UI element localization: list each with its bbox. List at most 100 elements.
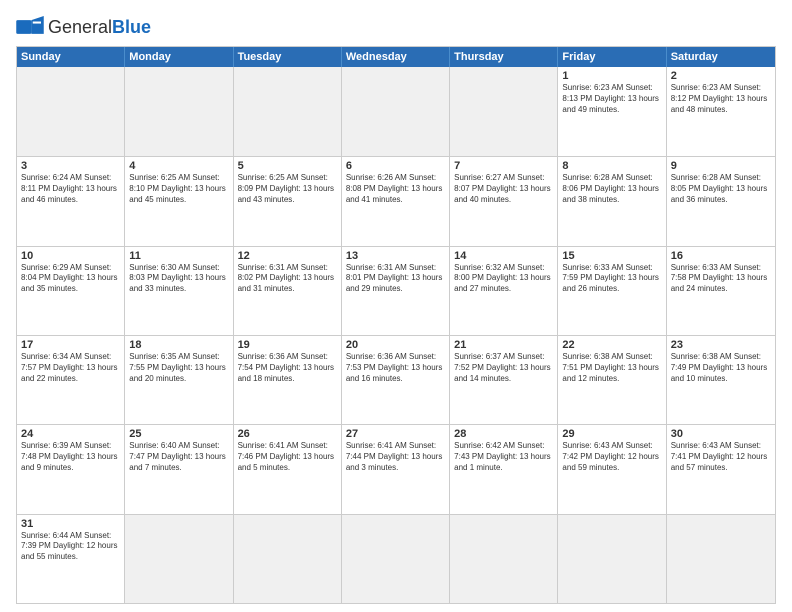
day-info: Sunrise: 6:26 AM Sunset: 8:08 PM Dayligh…	[346, 173, 445, 205]
day-number: 29	[562, 428, 661, 440]
day-info: Sunrise: 6:40 AM Sunset: 7:47 PM Dayligh…	[129, 441, 228, 473]
day-info: Sunrise: 6:25 AM Sunset: 8:10 PM Dayligh…	[129, 173, 228, 205]
day-header-saturday: Saturday	[667, 47, 775, 67]
day-info: Sunrise: 6:43 AM Sunset: 7:42 PM Dayligh…	[562, 441, 661, 473]
week-row-0: 1Sunrise: 6:23 AM Sunset: 8:13 PM Daylig…	[17, 67, 775, 156]
day-cell-23: 23Sunrise: 6:38 AM Sunset: 7:49 PM Dayli…	[667, 336, 775, 424]
day-info: Sunrise: 6:31 AM Sunset: 8:02 PM Dayligh…	[238, 263, 337, 295]
day-cell-3: 3Sunrise: 6:24 AM Sunset: 8:11 PM Daylig…	[17, 157, 125, 245]
week-row-2: 10Sunrise: 6:29 AM Sunset: 8:04 PM Dayli…	[17, 246, 775, 335]
header: GeneralBlue	[16, 16, 776, 38]
day-info: Sunrise: 6:38 AM Sunset: 7:51 PM Dayligh…	[562, 352, 661, 384]
day-header-monday: Monday	[125, 47, 233, 67]
day-number: 11	[129, 250, 228, 262]
day-number: 19	[238, 339, 337, 351]
day-number: 30	[671, 428, 771, 440]
day-info: Sunrise: 6:36 AM Sunset: 7:54 PM Dayligh…	[238, 352, 337, 384]
day-info: Sunrise: 6:41 AM Sunset: 7:44 PM Dayligh…	[346, 441, 445, 473]
day-headers: SundayMondayTuesdayWednesdayThursdayFrid…	[17, 47, 775, 67]
logo-text: GeneralBlue	[48, 17, 151, 38]
day-cell-2: 2Sunrise: 6:23 AM Sunset: 8:12 PM Daylig…	[667, 67, 775, 156]
day-cell-22: 22Sunrise: 6:38 AM Sunset: 7:51 PM Dayli…	[558, 336, 666, 424]
day-number: 5	[238, 160, 337, 172]
empty-cell	[450, 515, 558, 603]
day-number: 12	[238, 250, 337, 262]
day-number: 27	[346, 428, 445, 440]
calendar: SundayMondayTuesdayWednesdayThursdayFrid…	[16, 46, 776, 604]
page: GeneralBlue SundayMondayTuesdayWednesday…	[0, 0, 792, 612]
day-cell-5: 5Sunrise: 6:25 AM Sunset: 8:09 PM Daylig…	[234, 157, 342, 245]
day-number: 26	[238, 428, 337, 440]
day-cell-14: 14Sunrise: 6:32 AM Sunset: 8:00 PM Dayli…	[450, 247, 558, 335]
day-header-friday: Friday	[558, 47, 666, 67]
day-info: Sunrise: 6:28 AM Sunset: 8:06 PM Dayligh…	[562, 173, 661, 205]
day-number: 23	[671, 339, 771, 351]
day-info: Sunrise: 6:23 AM Sunset: 8:13 PM Dayligh…	[562, 83, 661, 115]
day-cell-7: 7Sunrise: 6:27 AM Sunset: 8:07 PM Daylig…	[450, 157, 558, 245]
day-cell-24: 24Sunrise: 6:39 AM Sunset: 7:48 PM Dayli…	[17, 425, 125, 513]
day-info: Sunrise: 6:39 AM Sunset: 7:48 PM Dayligh…	[21, 441, 120, 473]
day-info: Sunrise: 6:36 AM Sunset: 7:53 PM Dayligh…	[346, 352, 445, 384]
day-cell-29: 29Sunrise: 6:43 AM Sunset: 7:42 PM Dayli…	[558, 425, 666, 513]
day-info: Sunrise: 6:25 AM Sunset: 8:09 PM Dayligh…	[238, 173, 337, 205]
day-info: Sunrise: 6:29 AM Sunset: 8:04 PM Dayligh…	[21, 263, 120, 295]
day-cell-31: 31Sunrise: 6:44 AM Sunset: 7:39 PM Dayli…	[17, 515, 125, 603]
day-number: 10	[21, 250, 120, 262]
day-cell-25: 25Sunrise: 6:40 AM Sunset: 7:47 PM Dayli…	[125, 425, 233, 513]
day-info: Sunrise: 6:41 AM Sunset: 7:46 PM Dayligh…	[238, 441, 337, 473]
day-cell-10: 10Sunrise: 6:29 AM Sunset: 8:04 PM Dayli…	[17, 247, 125, 335]
day-number: 4	[129, 160, 228, 172]
day-number: 24	[21, 428, 120, 440]
day-cell-20: 20Sunrise: 6:36 AM Sunset: 7:53 PM Dayli…	[342, 336, 450, 424]
day-number: 15	[562, 250, 661, 262]
day-cell-28: 28Sunrise: 6:42 AM Sunset: 7:43 PM Dayli…	[450, 425, 558, 513]
day-info: Sunrise: 6:27 AM Sunset: 8:07 PM Dayligh…	[454, 173, 553, 205]
empty-cell	[17, 67, 125, 156]
empty-cell	[667, 515, 775, 603]
empty-cell	[125, 515, 233, 603]
day-header-thursday: Thursday	[450, 47, 558, 67]
day-number: 21	[454, 339, 553, 351]
day-cell-6: 6Sunrise: 6:26 AM Sunset: 8:08 PM Daylig…	[342, 157, 450, 245]
day-info: Sunrise: 6:30 AM Sunset: 8:03 PM Dayligh…	[129, 263, 228, 295]
day-cell-15: 15Sunrise: 6:33 AM Sunset: 7:59 PM Dayli…	[558, 247, 666, 335]
day-number: 20	[346, 339, 445, 351]
day-number: 28	[454, 428, 553, 440]
day-cell-21: 21Sunrise: 6:37 AM Sunset: 7:52 PM Dayli…	[450, 336, 558, 424]
day-info: Sunrise: 6:35 AM Sunset: 7:55 PM Dayligh…	[129, 352, 228, 384]
logo: GeneralBlue	[16, 16, 151, 38]
day-info: Sunrise: 6:34 AM Sunset: 7:57 PM Dayligh…	[21, 352, 120, 384]
day-cell-4: 4Sunrise: 6:25 AM Sunset: 8:10 PM Daylig…	[125, 157, 233, 245]
day-number: 16	[671, 250, 771, 262]
day-header-wednesday: Wednesday	[342, 47, 450, 67]
empty-cell	[558, 515, 666, 603]
day-number: 6	[346, 160, 445, 172]
day-info: Sunrise: 6:38 AM Sunset: 7:49 PM Dayligh…	[671, 352, 771, 384]
day-cell-27: 27Sunrise: 6:41 AM Sunset: 7:44 PM Dayli…	[342, 425, 450, 513]
generalblue-logo-icon	[16, 16, 44, 38]
day-number: 9	[671, 160, 771, 172]
day-cell-17: 17Sunrise: 6:34 AM Sunset: 7:57 PM Dayli…	[17, 336, 125, 424]
day-cell-1: 1Sunrise: 6:23 AM Sunset: 8:13 PM Daylig…	[558, 67, 666, 156]
day-number: 31	[21, 518, 120, 530]
week-row-3: 17Sunrise: 6:34 AM Sunset: 7:57 PM Dayli…	[17, 335, 775, 424]
day-info: Sunrise: 6:43 AM Sunset: 7:41 PM Dayligh…	[671, 441, 771, 473]
day-number: 17	[21, 339, 120, 351]
day-info: Sunrise: 6:24 AM Sunset: 8:11 PM Dayligh…	[21, 173, 120, 205]
empty-cell	[234, 67, 342, 156]
empty-cell	[342, 515, 450, 603]
day-cell-30: 30Sunrise: 6:43 AM Sunset: 7:41 PM Dayli…	[667, 425, 775, 513]
calendar-body: 1Sunrise: 6:23 AM Sunset: 8:13 PM Daylig…	[17, 67, 775, 603]
empty-cell	[234, 515, 342, 603]
empty-cell	[450, 67, 558, 156]
day-cell-19: 19Sunrise: 6:36 AM Sunset: 7:54 PM Dayli…	[234, 336, 342, 424]
day-info: Sunrise: 6:23 AM Sunset: 8:12 PM Dayligh…	[671, 83, 771, 115]
day-info: Sunrise: 6:28 AM Sunset: 8:05 PM Dayligh…	[671, 173, 771, 205]
day-cell-13: 13Sunrise: 6:31 AM Sunset: 8:01 PM Dayli…	[342, 247, 450, 335]
day-number: 14	[454, 250, 553, 262]
day-info: Sunrise: 6:33 AM Sunset: 7:58 PM Dayligh…	[671, 263, 771, 295]
day-cell-26: 26Sunrise: 6:41 AM Sunset: 7:46 PM Dayli…	[234, 425, 342, 513]
day-number: 25	[129, 428, 228, 440]
empty-cell	[125, 67, 233, 156]
day-cell-8: 8Sunrise: 6:28 AM Sunset: 8:06 PM Daylig…	[558, 157, 666, 245]
